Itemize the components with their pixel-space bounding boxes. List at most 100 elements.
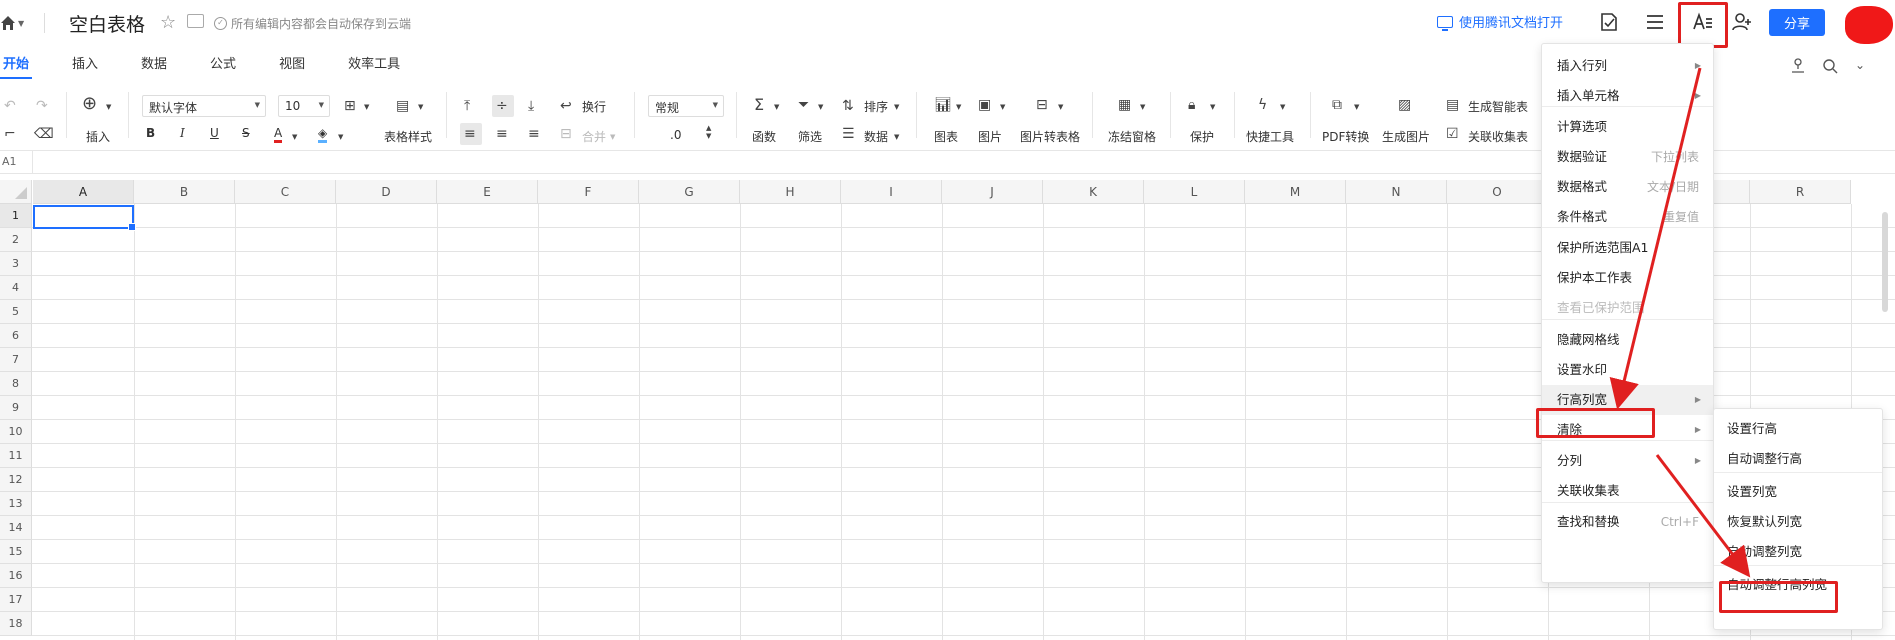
- smart-table-icon[interactable]: ▤: [1446, 97, 1459, 113]
- row-header-11[interactable]: 11: [0, 444, 32, 468]
- data-icon[interactable]: ☰: [842, 126, 855, 142]
- star-icon[interactable]: ☆: [160, 12, 176, 33]
- document-check-button[interactable]: [1594, 8, 1624, 36]
- image-label[interactable]: 图片: [978, 128, 1002, 145]
- row-header-1[interactable]: 1: [0, 204, 32, 228]
- menu-item-10[interactable]: 设置水印: [1542, 355, 1713, 385]
- table-style-label[interactable]: 表格样式: [384, 128, 432, 145]
- column-header-i[interactable]: I: [841, 180, 942, 204]
- tab-view[interactable]: 视图: [276, 55, 308, 79]
- row-header-2[interactable]: 2: [0, 228, 32, 252]
- merge-icon[interactable]: ⊟: [560, 126, 572, 142]
- decimal-stepper-icon[interactable]: ▲ ▼: [706, 124, 711, 140]
- menu-item-15[interactable]: 查找和替换 Ctrl+F: [1542, 507, 1713, 537]
- submenu-item-0[interactable]: 设置行高: [1714, 414, 1882, 444]
- tab-formula[interactable]: 公式: [207, 55, 239, 79]
- italic-icon[interactable]: I: [180, 126, 185, 140]
- column-header-k[interactable]: K: [1043, 180, 1144, 204]
- search-icon[interactable]: [1822, 58, 1838, 74]
- align-top-icon[interactable]: ⤒: [464, 98, 470, 114]
- gen-image-label[interactable]: 生成图片: [1382, 128, 1430, 145]
- table-style-icon[interactable]: ▤: [396, 98, 409, 114]
- row-header-6[interactable]: 6: [0, 324, 32, 348]
- font-name-select[interactable]: 默认字体 ▼: [142, 95, 266, 117]
- cell-reference[interactable]: A1: [2, 155, 17, 168]
- image-to-table-icon[interactable]: ⊟: [1036, 97, 1048, 113]
- row-header-18[interactable]: 18: [0, 612, 32, 636]
- menu-item-7[interactable]: 保护本工作表: [1542, 263, 1713, 293]
- pdf-label[interactable]: PDF转换: [1322, 128, 1369, 145]
- data-label[interactable]: 数据: [864, 128, 888, 145]
- column-header-e[interactable]: E: [437, 180, 538, 204]
- select-all-corner[interactable]: [0, 180, 32, 204]
- menu-button[interactable]: [1640, 8, 1670, 36]
- column-header-m[interactable]: M: [1245, 180, 1346, 204]
- eraser-icon[interactable]: ⌫: [34, 126, 54, 142]
- menu-item-0[interactable]: 插入行列 ▶: [1542, 51, 1713, 81]
- chart-icon[interactable]: 📊︎: [934, 97, 952, 113]
- submenu-item-2[interactable]: 设置列宽: [1714, 477, 1882, 507]
- submenu-item-3[interactable]: 恢复默认列宽: [1714, 507, 1882, 537]
- column-header-n[interactable]: N: [1346, 180, 1447, 204]
- document-title[interactable]: 空白表格: [69, 10, 145, 37]
- lock-icon[interactable]: 🔒︎: [1188, 97, 1195, 113]
- format-painter-icon[interactable]: ⌐: [4, 126, 16, 142]
- decimal-label[interactable]: .0: [670, 128, 681, 142]
- menu-item-3[interactable]: 数据验证 下拉列表: [1542, 142, 1713, 172]
- redo-icon[interactable]: ↷: [36, 98, 48, 114]
- active-cell-a1[interactable]: [33, 205, 136, 231]
- align-bottom-icon[interactable]: ⤓: [528, 98, 534, 114]
- collapse-ribbon-icon[interactable]: ⌄: [1855, 58, 1865, 72]
- lightning-icon[interactable]: ϟ: [1258, 97, 1267, 113]
- avatar[interactable]: [1845, 6, 1893, 44]
- row-header-10[interactable]: 10: [0, 420, 32, 444]
- row-header-5[interactable]: 5: [0, 300, 32, 324]
- freeze-label[interactable]: 冻结窗格: [1108, 128, 1156, 145]
- menu-item-9[interactable]: 隐藏网格线: [1542, 325, 1713, 355]
- font-color-icon[interactable]: A: [274, 126, 283, 143]
- filter-label[interactable]: 筛选: [798, 128, 822, 145]
- row-header-4[interactable]: 4: [0, 276, 32, 300]
- chart-label[interactable]: 图表: [934, 128, 958, 145]
- menu-item-2[interactable]: 计算选项: [1542, 112, 1713, 142]
- sort-label[interactable]: 排序: [864, 98, 888, 115]
- home-button[interactable]: ▼: [0, 12, 34, 34]
- locate-icon[interactable]: [1790, 58, 1806, 74]
- vertical-scrollbar[interactable]: [1882, 212, 1888, 312]
- column-header-c[interactable]: C: [235, 180, 336, 204]
- row-header-8[interactable]: 8: [0, 372, 32, 396]
- freeze-icon[interactable]: ▦: [1118, 97, 1131, 113]
- form-check-icon[interactable]: ☑: [1446, 126, 1459, 142]
- column-header-a[interactable]: A: [33, 180, 158, 204]
- functions-label[interactable]: 函数: [752, 128, 776, 145]
- add-collaborator-button[interactable]: [1727, 8, 1757, 36]
- move-to-folder-icon[interactable]: [187, 14, 204, 28]
- column-header-j[interactable]: J: [942, 180, 1043, 204]
- row-header-13[interactable]: 13: [0, 492, 32, 516]
- tab-insert[interactable]: 插入: [69, 55, 101, 79]
- column-header-d[interactable]: D: [336, 180, 437, 204]
- row-header-15[interactable]: 15: [0, 540, 32, 564]
- sort-icon[interactable]: ⇅: [842, 98, 854, 114]
- row-header-12[interactable]: 12: [0, 468, 32, 492]
- submenu-item-4[interactable]: 自动调整列宽: [1714, 537, 1882, 567]
- tab-home[interactable]: 开始: [0, 55, 33, 79]
- bold-icon[interactable]: B: [146, 126, 155, 140]
- align-right-icon[interactable]: ≡: [528, 126, 540, 142]
- column-header-r[interactable]: R: [1750, 180, 1851, 204]
- wrap-label[interactable]: 换行: [582, 98, 606, 115]
- row-header-17[interactable]: 17: [0, 588, 32, 612]
- fill-color-icon[interactable]: ◈: [318, 126, 328, 143]
- link-form-label[interactable]: 关联收集表: [1468, 128, 1528, 145]
- quick-tools-label[interactable]: 快捷工具: [1246, 128, 1294, 145]
- align-left-icon[interactable]: ≡: [464, 126, 476, 142]
- open-in-desktop-link[interactable]: 使用腾讯文档打开: [1437, 12, 1563, 31]
- image-to-table-label[interactable]: 图片转表格: [1020, 128, 1080, 145]
- font-size-select[interactable]: 10 ▼: [278, 95, 330, 117]
- strikethrough-icon[interactable]: S: [242, 126, 250, 140]
- row-header-16[interactable]: 16: [0, 564, 32, 588]
- merge-label[interactable]: 合并: [582, 128, 606, 145]
- image-icon[interactable]: ▣: [978, 97, 991, 113]
- tab-data[interactable]: 数据: [138, 55, 170, 79]
- protect-label[interactable]: 保护: [1190, 128, 1214, 145]
